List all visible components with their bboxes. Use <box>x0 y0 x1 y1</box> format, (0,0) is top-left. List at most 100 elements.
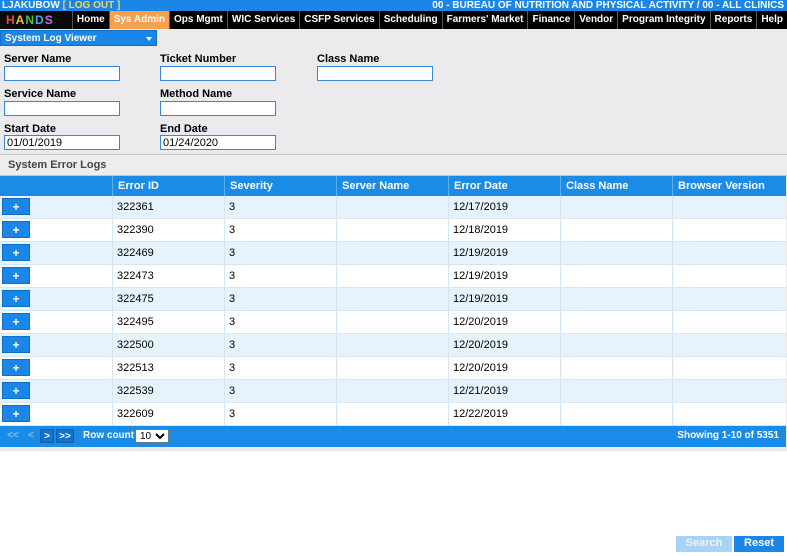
expand-row-button[interactable]: + <box>2 267 30 284</box>
nav-help[interactable]: Help <box>756 11 787 29</box>
cell-severity: 3 <box>224 311 336 333</box>
nav-scheduling[interactable]: Scheduling <box>378 11 442 29</box>
cell-server-name <box>336 334 448 356</box>
clinic-context: 00 - BUREAU OF NUTRITION AND PHYSICAL AC… <box>432 0 784 11</box>
class-name-input[interactable] <box>317 66 433 81</box>
col-error-id[interactable]: Error ID <box>112 176 224 196</box>
cell-class-name <box>560 380 672 402</box>
cell-server-name <box>336 403 448 425</box>
expand-cell: + <box>0 196 112 218</box>
search-button[interactable]: Search <box>676 536 732 552</box>
expand-row-button[interactable]: + <box>2 290 30 307</box>
service-name-input[interactable] <box>4 101 120 116</box>
expand-cell: + <box>0 380 112 402</box>
cell-error-date: 12/17/2019 <box>448 196 560 218</box>
cell-class-name <box>560 403 672 425</box>
cell-severity: 3 <box>224 357 336 379</box>
expand-row-button[interactable]: + <box>2 313 30 330</box>
error-log-grid: Error ID Severity Server Name Error Date… <box>0 176 786 447</box>
cell-class-name <box>560 357 672 379</box>
method-name-input[interactable] <box>160 101 276 116</box>
col-class-name[interactable]: Class Name <box>560 176 672 196</box>
expand-row-button[interactable]: + <box>2 382 30 399</box>
server-name-input[interactable] <box>4 66 120 81</box>
section-title: System Error Logs <box>8 159 107 171</box>
cell-server-name <box>336 357 448 379</box>
table-row: +322469 3 12/19/2019 <box>0 242 786 265</box>
cell-severity: 3 <box>224 196 336 218</box>
cell-error-date: 12/19/2019 <box>448 242 560 264</box>
cell-error-id: 322513 <box>112 357 224 379</box>
nav-reports[interactable]: Reports <box>709 11 757 29</box>
ticket-number-input[interactable] <box>160 66 276 81</box>
expand-row-button[interactable]: + <box>2 405 30 422</box>
table-row: +322500 3 12/20/2019 <box>0 334 786 357</box>
module-dropdown[interactable]: System Log Viewer <box>0 30 157 46</box>
expand-cell: + <box>0 288 112 310</box>
nav-sys-admin[interactable]: Sys Admin <box>108 11 169 29</box>
cell-browser-version <box>672 196 786 218</box>
user-info: LJAKUBOW [ LOG OUT ] <box>2 0 120 11</box>
expand-cell: + <box>0 403 112 425</box>
server-name-label: Server Name <box>4 53 72 65</box>
col-server-name[interactable]: Server Name <box>336 176 448 196</box>
row-count-select[interactable]: 10 <box>135 429 169 443</box>
nav-program-integrity[interactable]: Program Integrity <box>617 11 709 29</box>
cell-error-date: 12/19/2019 <box>448 265 560 287</box>
cell-server-name <box>336 242 448 264</box>
hands-logo[interactable]: HANDS <box>0 11 72 29</box>
cell-class-name <box>560 311 672 333</box>
cell-browser-version <box>672 219 786 241</box>
expand-row-button[interactable]: + <box>2 359 30 376</box>
logo-letters: HANDS <box>6 13 54 27</box>
main-panel: System Log Viewer Server Name Ticket Num… <box>0 29 787 451</box>
username: LJAKUBOW <box>2 0 60 11</box>
cell-error-id: 322500 <box>112 334 224 356</box>
table-row: +322609 3 12/22/2019 <box>0 403 786 426</box>
cell-server-name <box>336 311 448 333</box>
cell-browser-version <box>672 288 786 310</box>
cell-error-date: 12/22/2019 <box>448 403 560 425</box>
prev-page-button[interactable]: < <box>25 429 37 443</box>
cell-error-id: 322495 <box>112 311 224 333</box>
expand-row-button[interactable]: + <box>2 221 30 238</box>
reset-button[interactable]: Reset <box>734 536 784 552</box>
expand-row-button[interactable]: + <box>2 198 30 215</box>
expand-row-button[interactable]: + <box>2 336 30 353</box>
nav-csfp-services[interactable]: CSFP Services <box>299 11 378 29</box>
cell-error-id: 322390 <box>112 219 224 241</box>
col-browser-version[interactable]: Browser Version <box>672 176 786 196</box>
nav-finance[interactable]: Finance <box>527 11 574 29</box>
cell-severity: 3 <box>224 288 336 310</box>
nav-wic-services[interactable]: WIC Services <box>226 11 299 29</box>
logout-link[interactable]: [ LOG OUT ] <box>63 0 121 11</box>
nav-ops-mgmt[interactable]: Ops Mgmt <box>169 11 227 29</box>
cell-browser-version <box>672 311 786 333</box>
expand-cell: + <box>0 357 112 379</box>
service-name-label: Service Name <box>4 88 77 100</box>
expand-row-button[interactable]: + <box>2 244 30 261</box>
nav-home[interactable]: Home <box>71 11 109 29</box>
cell-severity: 3 <box>224 242 336 264</box>
nav-farmers-market[interactable]: Farmers' Market <box>441 11 528 29</box>
end-date-input[interactable] <box>160 135 276 150</box>
start-date-input[interactable] <box>4 135 120 150</box>
last-page-button[interactable]: >> <box>56 429 74 443</box>
first-page-button[interactable]: << <box>6 429 20 443</box>
col-severity[interactable]: Severity <box>224 176 336 196</box>
cell-error-id: 322469 <box>112 242 224 264</box>
cell-error-date: 12/19/2019 <box>448 288 560 310</box>
nav-vendor[interactable]: Vendor <box>574 11 617 29</box>
grid-body: +322361 3 12/17/2019 +322390 3 12/18/2019 +322… <box>0 196 786 426</box>
cell-severity: 3 <box>224 265 336 287</box>
table-row: +322475 3 12/19/2019 <box>0 288 786 311</box>
cell-class-name <box>560 196 672 218</box>
method-name-label: Method Name <box>160 88 233 100</box>
col-error-date[interactable]: Error Date <box>448 176 560 196</box>
cell-browser-version <box>672 403 786 425</box>
ticket-number-label: Ticket Number <box>160 53 237 65</box>
next-page-button[interactable]: > <box>40 429 54 443</box>
row-count-label: Row count: <box>83 430 138 441</box>
chevron-down-icon <box>146 37 152 41</box>
table-row: +322473 3 12/19/2019 <box>0 265 786 288</box>
